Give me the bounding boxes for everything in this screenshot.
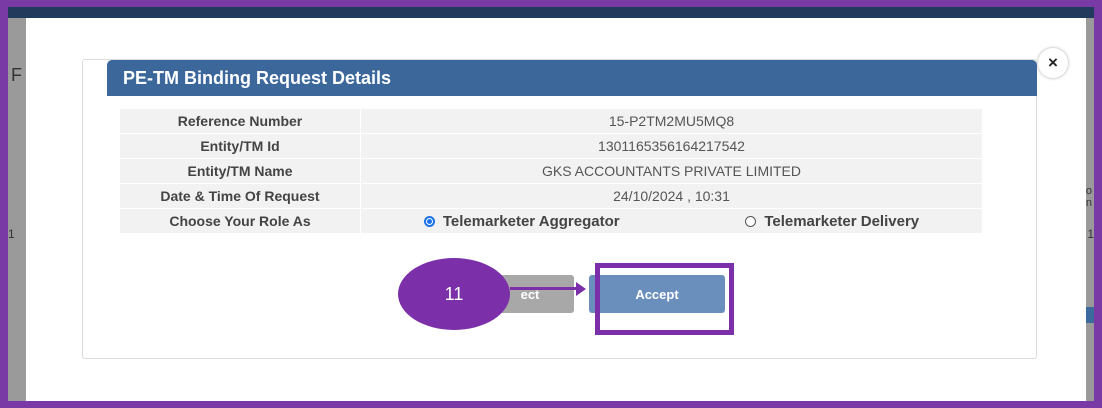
request-datetime-value: 24/10/2024 , 10:31 <box>360 183 983 209</box>
role-label: Choose Your Role As <box>119 208 361 234</box>
background-number-right: 1 <box>1087 227 1094 241</box>
role-options-cell: Telemarketer Aggregator Telemarketer Del… <box>360 208 983 234</box>
table-row: Entity/TM Id 1301165356164217542 <box>119 133 983 159</box>
role-options: Telemarketer Aggregator Telemarketer Del… <box>361 213 982 230</box>
request-details-panel: PE-TM Binding Request Details Reference … <box>82 59 1037 359</box>
request-details-table: Reference Number 15-P2TM2MU5MQ8 Entity/T… <box>119 108 983 234</box>
accept-highlight-box <box>595 263 734 335</box>
reference-number-value: 15-P2TM2MU5MQ8 <box>360 108 983 134</box>
radio-unchecked-icon[interactable] <box>745 215 757 227</box>
entity-name-value: GKS ACCOUNTANTS PRIVATE LIMITED <box>360 158 983 184</box>
close-icon[interactable]: × <box>1038 48 1068 78</box>
entity-id-label: Entity/TM Id <box>119 133 361 159</box>
background-text-right-line1: o <box>1085 185 1092 197</box>
radio-checked-icon[interactable] <box>423 215 435 227</box>
request-datetime-label: Date & Time Of Request <box>119 183 361 209</box>
top-nav-bar <box>8 7 1094 18</box>
step-number-badge: 11 <box>398 258 510 330</box>
background-text-right-line2: n <box>1085 197 1092 209</box>
background-text-left: F <box>11 65 22 85</box>
annotation-arrow-line <box>510 287 578 290</box>
binding-request-modal: × PE-TM Binding Request Details Referenc… <box>26 18 1086 401</box>
table-row: Entity/TM Name GKS ACCOUNTANTS PRIVATE L… <box>119 158 983 184</box>
background-text-right: o n <box>1086 185 1092 209</box>
panel-header-title: PE-TM Binding Request Details <box>107 60 1037 96</box>
background-number-left: 1 <box>8 227 15 241</box>
role-option-delivery-label: Telemarketer Delivery <box>764 212 920 230</box>
table-row: Reference Number 15-P2TM2MU5MQ8 <box>119 108 983 134</box>
role-option-aggregator[interactable]: Telemarketer Aggregator <box>423 212 620 230</box>
entity-name-label: Entity/TM Name <box>119 158 361 184</box>
role-option-delivery[interactable]: Telemarketer Delivery <box>745 213 919 230</box>
screenshot-frame: F 1 o n 1 × PE-TM Binding Request Detail… <box>8 7 1094 401</box>
entity-id-value: 1301165356164217542 <box>360 133 983 159</box>
table-row: Choose Your Role As Telemarketer Aggrega… <box>119 208 983 234</box>
table-row: Date & Time Of Request 24/10/2024 , 10:3… <box>119 183 983 209</box>
background-accent-right <box>1086 307 1094 323</box>
annotation-arrow-icon <box>576 282 586 296</box>
role-option-aggregator-label: Telemarketer Aggregator <box>442 212 620 230</box>
reference-number-label: Reference Number <box>119 108 361 134</box>
